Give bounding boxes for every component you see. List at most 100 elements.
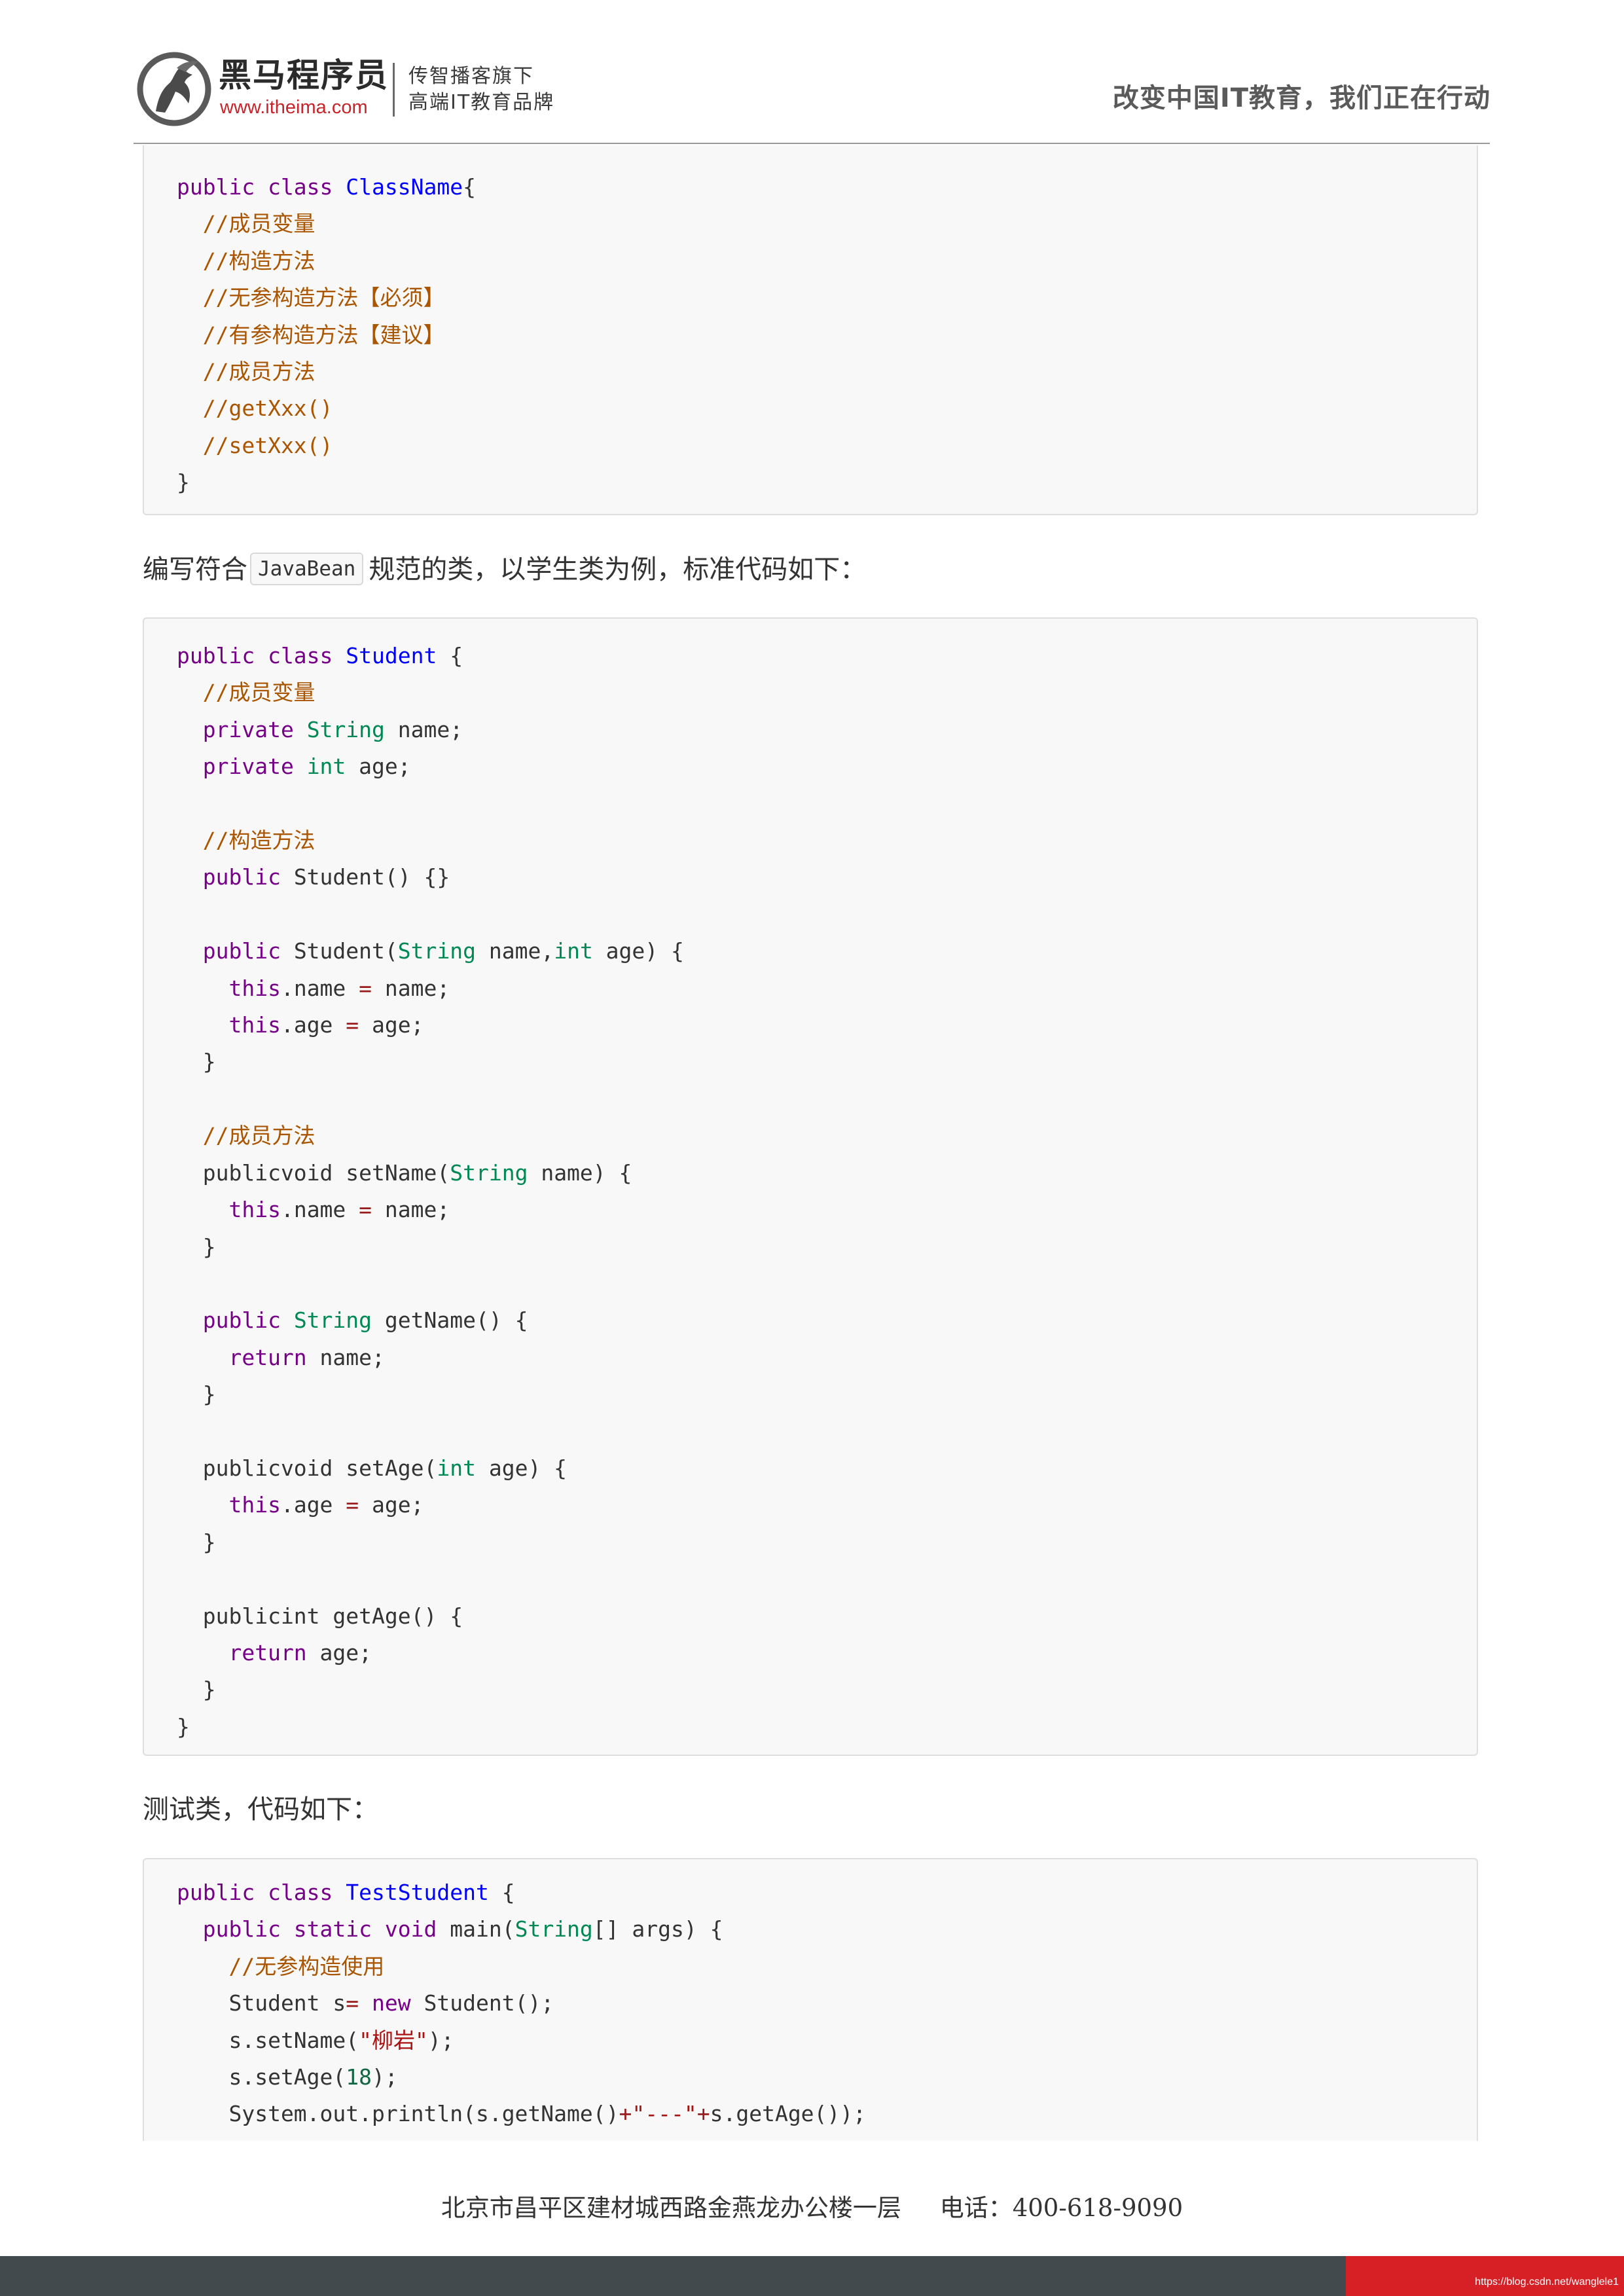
- code-token: int: [554, 938, 593, 964]
- code-line: System.out.println(s.getName()+"---"+s.g…: [177, 2096, 866, 2132]
- code-token: =: [359, 975, 372, 1001]
- code-line: }: [177, 1229, 684, 1266]
- code-token: );: [372, 2064, 398, 2090]
- code-token: Student: [346, 643, 437, 668]
- code-line: public static void main(String[] args) {: [177, 1911, 866, 1948]
- code-token: =: [346, 1492, 359, 1518]
- code-token: [] args) {: [592, 1916, 723, 1942]
- code-token: 18: [346, 2064, 372, 2090]
- code-line: //getXxx(): [177, 390, 476, 427]
- code-line: this.age = age;: [177, 1007, 684, 1044]
- code-block-class-template: public class ClassName{ //成员变量 //构造方法 //…: [143, 145, 1478, 515]
- code-token: name;: [384, 716, 463, 742]
- code-line: //无参构造使用: [177, 1948, 866, 1985]
- code-line: this.age = age;: [177, 1487, 684, 1523]
- brand-slogan-line2: 高端IT教育品牌: [408, 91, 555, 114]
- code-line: //成员变量: [177, 206, 476, 242]
- code-line: //有参构造方法【建议】: [177, 317, 476, 354]
- code-token: publicvoid: [177, 1159, 346, 1186]
- code-token: .name: [280, 1197, 359, 1223]
- code-token: //setXxx(): [177, 432, 333, 458]
- code-token: +: [696, 2101, 710, 2127]
- code-token: //无参构造方法【必须】: [177, 285, 445, 311]
- code-token: s.getAge());: [710, 2101, 867, 2127]
- code-token: this: [177, 1492, 281, 1518]
- code-token: //无参构造使用: [177, 1953, 385, 1979]
- code-token: name;: [372, 975, 450, 1001]
- code-token: =: [346, 1990, 359, 2016]
- code-line: Student s= new Student();: [177, 1985, 866, 2022]
- code-line: }: [177, 1376, 684, 1413]
- code-line: private String name;: [177, 712, 684, 748]
- code-token: return: [177, 1639, 307, 1666]
- code-line: }: [177, 1524, 684, 1561]
- code-token: =: [359, 1197, 372, 1223]
- code-token: TestStudent: [346, 1880, 489, 1905]
- code-token: +: [619, 2101, 632, 2127]
- code-token: main(: [450, 1916, 515, 1942]
- code-listing: public class ClassName{ //成员变量 //构造方法 //…: [177, 169, 476, 501]
- code-token: this: [177, 1197, 281, 1223]
- code-line: //无参构造方法【必须】: [177, 280, 476, 316]
- code-token: name;: [372, 1197, 450, 1223]
- code-line: //成员方法: [177, 354, 476, 390]
- code-line: }: [177, 1671, 684, 1708]
- header-divider: [134, 143, 1490, 144]
- code-token: String: [514, 1916, 593, 1942]
- paragraph-text: 编写符合: [143, 555, 247, 585]
- code-line: public String getName() {: [177, 1302, 684, 1339]
- code-line: publicvoid setAge(int age) {: [177, 1450, 684, 1487]
- code-token: .age: [280, 1492, 346, 1518]
- code-token: Student(: [293, 938, 398, 964]
- code-token: public class: [177, 1880, 346, 1905]
- code-line: public class ClassName{: [177, 169, 476, 206]
- code-token: }: [177, 1233, 216, 1260]
- code-line: return name;: [177, 1339, 684, 1376]
- code-token: publicint: [177, 1603, 333, 1629]
- code-token: =: [346, 1012, 359, 1038]
- code-token: age) {: [592, 938, 684, 964]
- code-line: }: [177, 1044, 684, 1080]
- code-line: s.setName("柳岩");: [177, 2022, 866, 2059]
- code-line: public class TestStudent {: [177, 1874, 866, 1911]
- code-token: s.setAge(: [177, 2064, 346, 2090]
- code-line: this.name = name;: [177, 970, 684, 1007]
- code-token: }: [177, 1049, 216, 1075]
- test-class-paragraph: 测试类，代码如下：: [143, 1795, 378, 1825]
- footer-watermark: https://blog.csdn.net/wanglele1: [1475, 2276, 1619, 2287]
- code-token: {: [437, 643, 463, 668]
- code-token: "---": [632, 2101, 697, 2127]
- paragraph-text: 规范的类，以学生类为例，标准代码如下：: [369, 555, 867, 585]
- code-token: }: [177, 1529, 216, 1555]
- code-token: }: [177, 469, 190, 496]
- code-token: //构造方法: [177, 247, 316, 274]
- code-line: //setXxx(): [177, 428, 476, 464]
- code-token: .name: [280, 975, 359, 1001]
- code-line: public Student(String name,int age) {: [177, 933, 684, 970]
- code-token: getAge() {: [333, 1603, 463, 1629]
- code-line: public Student() {}: [177, 859, 684, 896]
- brand-name: 黑马程序员: [219, 56, 389, 94]
- code-line: //构造方法: [177, 822, 684, 859]
- code-listing: public class Student { //成员变量 private St…: [177, 638, 684, 1745]
- brand-url: www.itheima.com: [220, 97, 368, 118]
- code-line: publicint getAge() {: [177, 1598, 684, 1635]
- code-token: //成员变量: [177, 680, 316, 706]
- code-line: //成员变量: [177, 674, 684, 711]
- code-line: public class Student {: [177, 638, 684, 674]
- code-line: private int age;: [177, 748, 684, 785]
- code-token: public: [177, 938, 294, 964]
- inline-code-javabean: JavaBean: [250, 553, 364, 586]
- code-token: {: [463, 174, 476, 200]
- code-token: name) {: [528, 1159, 632, 1186]
- code-line: s.setAge(18);: [177, 2059, 866, 2096]
- horse-logo-icon: [137, 52, 211, 126]
- code-token: publicvoid: [177, 1455, 346, 1481]
- footer-address: 北京市昌平区建材城西路金燕龙办公楼一层 电话：400-618-9090: [441, 2194, 1183, 2222]
